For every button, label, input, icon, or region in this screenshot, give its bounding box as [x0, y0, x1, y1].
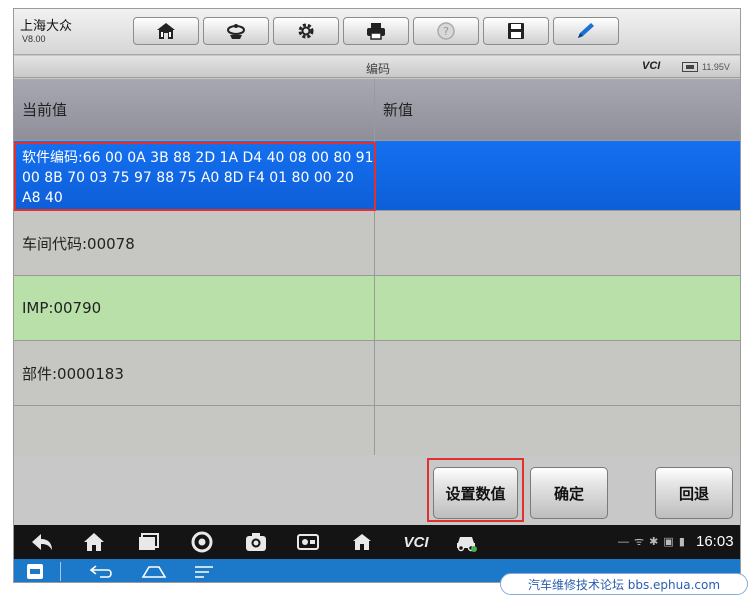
- divider: [60, 562, 61, 581]
- vehicle-swap-button[interactable]: [203, 17, 269, 45]
- status-icons: — ᯤ ✱ ▣ ▮: [618, 536, 686, 548]
- camera-icon[interactable]: [244, 531, 268, 553]
- table-row-workshop-code[interactable]: 车间代码:00078: [14, 211, 740, 276]
- home-button[interactable]: [133, 17, 199, 45]
- battery-icon: [682, 62, 698, 72]
- top-toolbar: 上海大众 V8.00 ?: [14, 9, 740, 55]
- table-row-imp[interactable]: IMP:00790: [14, 276, 740, 341]
- car-swap-icon: [227, 24, 245, 39]
- settings-button[interactable]: [273, 17, 339, 45]
- vehicle-home-icon[interactable]: [350, 531, 374, 553]
- home-outline-icon[interactable]: [140, 562, 168, 581]
- set-value-button[interactable]: 设置数值: [433, 467, 518, 519]
- car-icon[interactable]: [454, 531, 478, 553]
- printer-icon: [367, 23, 385, 40]
- help-icon: ?: [437, 22, 455, 40]
- app-version: V8.00: [22, 34, 46, 44]
- keyboard-icon[interactable]: [26, 562, 44, 581]
- battery-voltage: 11.95V: [702, 62, 730, 72]
- home-icon: [157, 23, 175, 39]
- clock: 16:03: [696, 533, 734, 550]
- menu-icon[interactable]: [192, 562, 216, 581]
- confirm-button[interactable]: 确定: [530, 467, 608, 519]
- svg-text:?: ?: [443, 25, 449, 38]
- diagnostic-screen: 上海大众 V8.00 ? 编码 VCI 11.95V 当前值 新值 软件编码:6…: [13, 8, 741, 583]
- display-settings-icon[interactable]: [296, 531, 320, 553]
- current-value-cell: 车间代码:00078: [14, 211, 375, 275]
- screen-title: 编码: [365, 62, 390, 76]
- new-value-cell[interactable]: [375, 141, 740, 210]
- recent-apps-icon[interactable]: [136, 531, 160, 553]
- vci-status: VCI: [642, 60, 661, 72]
- current-value-cell: 软件编码:66 00 0A 3B 88 2D 1A D4 40 08 00 80…: [14, 141, 375, 210]
- table-header: 当前值 新值: [14, 79, 740, 141]
- subtitle-bar: 编码 VCI 11.95V: [14, 56, 740, 78]
- back-icon[interactable]: [30, 531, 54, 553]
- new-value-cell[interactable]: [375, 276, 740, 340]
- vci-icon[interactable]: VCI: [398, 531, 434, 553]
- home-icon[interactable]: [82, 531, 106, 553]
- current-value-cell: IMP:00790: [14, 276, 375, 340]
- new-value-cell[interactable]: [375, 211, 740, 275]
- save-icon: [508, 23, 524, 39]
- android-nav-bar: VCI — ᯤ ✱ ▣ ▮ 16:03: [14, 525, 740, 559]
- table-row-part[interactable]: 部件:0000183: [14, 341, 740, 406]
- column-header-current: 当前值: [14, 79, 375, 140]
- back-button[interactable]: 回退: [655, 467, 733, 519]
- column-header-new: 新值: [383, 101, 414, 119]
- app-title: 上海大众: [20, 19, 73, 34]
- back-arrow-icon[interactable]: [88, 562, 116, 581]
- gear-icon: [298, 23, 314, 39]
- action-bar: 设置数值 确定 回退: [14, 455, 740, 525]
- save-button[interactable]: [483, 17, 549, 45]
- edit-button[interactable]: [553, 17, 619, 45]
- pencil-icon: [578, 23, 594, 38]
- coding-table: 当前值 新值 软件编码:66 00 0A 3B 88 2D 1A D4 40 0…: [14, 79, 740, 466]
- print-button[interactable]: [343, 17, 409, 45]
- current-value-cell: 部件:0000183: [14, 341, 375, 405]
- new-value-cell[interactable]: [375, 341, 740, 405]
- help-button[interactable]: ?: [413, 17, 479, 45]
- browser-icon[interactable]: [190, 531, 214, 553]
- table-row-software-coding[interactable]: 软件编码:66 00 0A 3B 88 2D 1A D4 40 08 00 80…: [14, 141, 740, 211]
- watermark: 汽车维修技术论坛 bbs.ephua.com: [500, 573, 748, 595]
